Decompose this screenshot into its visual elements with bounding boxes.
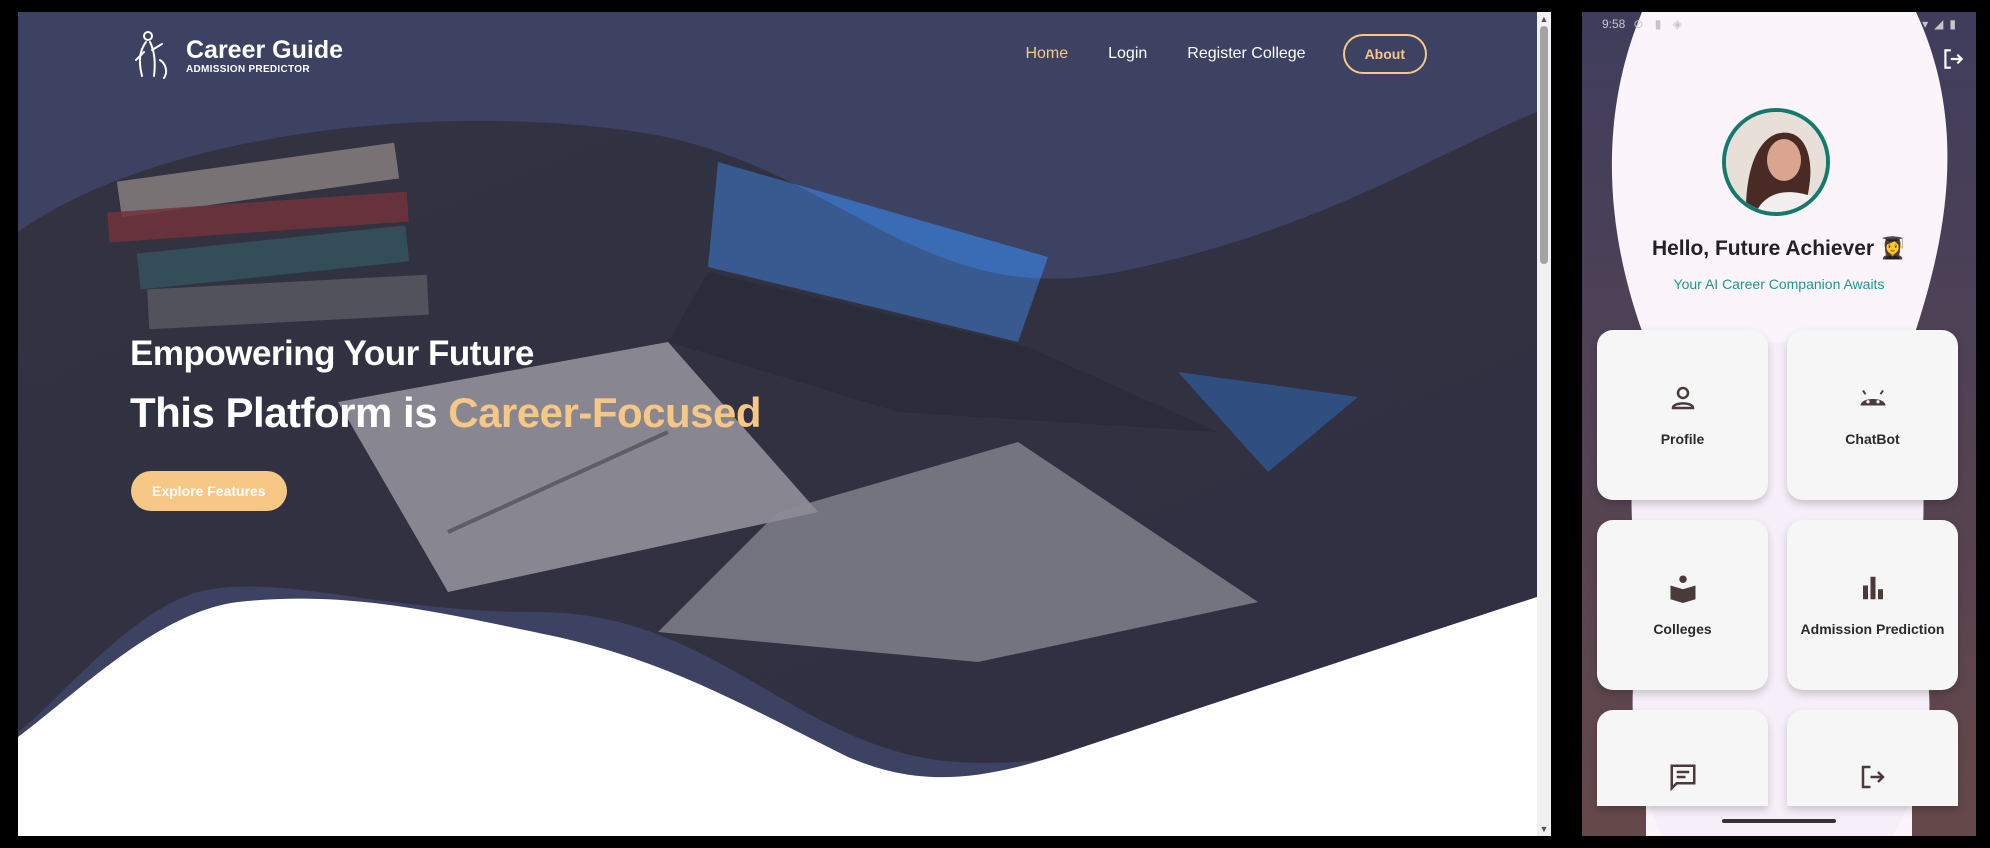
avatar[interactable] — [1726, 112, 1826, 212]
colleges-card[interactable]: Colleges — [1597, 520, 1768, 690]
bar-chart-icon — [1862, 576, 1883, 600]
battery-icon: ▮ — [1949, 17, 1956, 31]
nav-register-college-link[interactable]: Register College — [1187, 45, 1305, 63]
hero-headline-line2: This Platform is Career-Focused — [130, 389, 762, 437]
page-scrollbar[interactable]: ▲ ▼ — [1537, 12, 1551, 836]
top-navigation: Home Login Register College About — [985, 34, 1427, 74]
chatbot-card-label: ChatBot — [1845, 431, 1900, 447]
sim-card-icon: ▮ — [1654, 17, 1662, 31]
explore-features-button[interactable]: Explore Features — [131, 471, 287, 511]
avatar-photo — [1726, 112, 1826, 212]
phone-screen: 9:58 ⊘ ▮ ◈ ▾ ◢ ▮ Hello, Future Achiever … — [1582, 12, 1976, 836]
scroll-down-arrow-icon[interactable]: ▼ — [1537, 822, 1551, 836]
hero-headline-prefix: This Platform is — [130, 389, 449, 436]
logout-icon[interactable] — [1940, 46, 1966, 72]
hero-headline-line1: Empowering Your Future — [130, 334, 534, 373]
nav-about-button[interactable]: About — [1342, 34, 1427, 74]
person-icon — [1671, 386, 1694, 410]
admission-prediction-card-label: Admission Prediction — [1800, 621, 1945, 637]
message-icon — [1670, 764, 1695, 792]
signal-icon: ◢ — [1934, 17, 1944, 31]
android-icon — [1860, 389, 1885, 406]
brand-logo[interactable]: Career Guide ADMISSION PREDICTOR — [132, 30, 343, 80]
nav-login-link[interactable]: Login — [1108, 45, 1147, 63]
exit-icon — [1861, 765, 1885, 789]
status-bar: 9:58 ⊘ ▮ ◈ ▾ ◢ ▮ — [1602, 14, 1956, 34]
profile-card-label: Profile — [1660, 431, 1705, 447]
tagline-text: Your AI Career Companion Awaits — [1673, 276, 1885, 292]
scroll-up-arrow-icon[interactable]: ▲ — [1537, 12, 1551, 26]
greeting-heading: Hello, Future Achiever 👩‍🎓 — [1651, 237, 1907, 260]
web-browser-viewport: Career Guide ADMISSION PREDICTOR Home Lo… — [18, 12, 1537, 836]
chatbot-card[interactable]: ChatBot — [1787, 330, 1958, 500]
book-reader-icon — [1670, 575, 1695, 603]
wifi-icon: ▾ — [1922, 17, 1929, 31]
brand-subtitle: ADMISSION PREDICTOR — [186, 63, 310, 75]
scrollbar-thumb[interactable] — [1540, 26, 1548, 264]
status-time: 9:58 — [1602, 17, 1626, 31]
no-disturb-icon: ⊘ — [1633, 17, 1644, 31]
nav-home-link[interactable]: Home — [1025, 45, 1068, 63]
colleges-card-label: Colleges — [1653, 621, 1712, 637]
feedback-card[interactable] — [1597, 710, 1768, 806]
gesture-home-bar[interactable] — [1722, 819, 1836, 823]
graduate-figure-icon — [135, 31, 168, 79]
vpn-icon: ◈ — [1672, 17, 1682, 31]
admission-prediction-card[interactable]: Admission Prediction — [1787, 520, 1958, 690]
profile-card[interactable]: Profile — [1597, 330, 1768, 500]
hero-headline-accent: Career-Focused — [448, 389, 762, 436]
brand-title: Career Guide — [186, 35, 344, 64]
exit-card[interactable] — [1787, 710, 1958, 806]
